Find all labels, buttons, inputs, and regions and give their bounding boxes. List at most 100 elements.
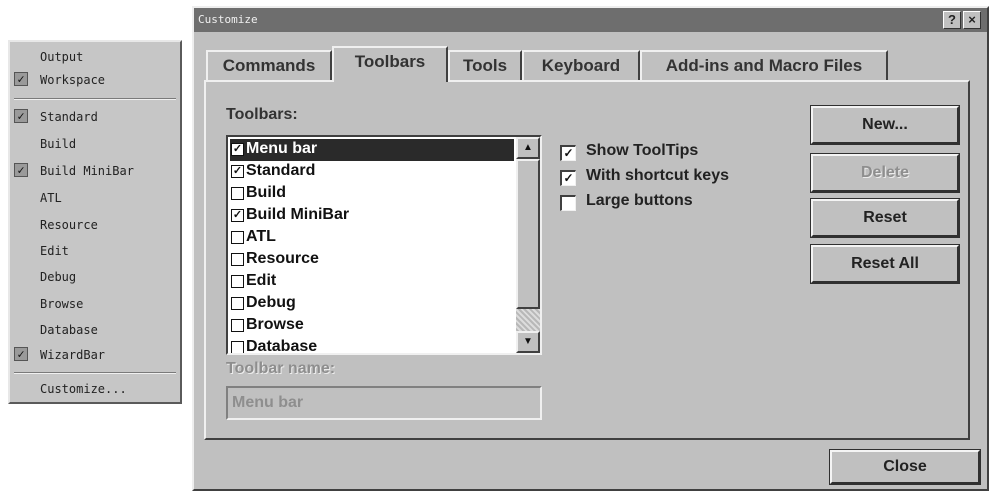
menu-item-workspace[interactable]: ✓ Workspace [10,69,180,91]
checkbox-icon[interactable] [231,275,244,288]
reset-button[interactable]: Reset [810,198,960,238]
checkbox-icon[interactable]: ✓ [231,165,244,178]
list-item-database[interactable]: Database [230,337,514,353]
checkbox-icon[interactable] [231,319,244,332]
menu-item-label: Debug [40,270,77,284]
tab-label: Tools [462,56,508,75]
list-item-build-minibar[interactable]: ✓ Build MiniBar [230,205,514,227]
menu-item-output[interactable]: Output [10,46,180,68]
list-item-label: Build [246,184,286,201]
tab-label: Keyboard [541,56,621,75]
menu-item-debug[interactable]: Debug [10,266,180,288]
menu-item-label: Standard [40,110,98,124]
checkbox-icon[interactable]: ✓ [231,209,244,222]
menu-item-atl[interactable]: ATL [10,187,180,209]
toolbars-tab-panel: Toolbars: ✓ Menu bar ✓ Standard Build ✓ … [204,80,970,440]
list-item-atl[interactable]: ATL [230,227,514,249]
large-buttons-checkbox[interactable] [560,195,576,211]
list-item-label: Debug [246,294,296,311]
list-item-edit[interactable]: Edit [230,271,514,293]
list-item-label: Standard [246,162,316,179]
menu-item-label: Build [40,137,77,151]
menu-item-label: Database [40,323,98,337]
list-item-label: Resource [246,250,319,267]
show-tooltips-checkbox[interactable]: ✓ [560,145,576,161]
close-button[interactable]: Close [829,449,981,485]
checkbox-icon[interactable] [231,253,244,266]
menu-item-label: Build MiniBar [40,164,134,178]
menu-item-label: Resource [40,218,98,232]
tab-label: Add-ins and Macro Files [665,56,863,75]
check-icon: ✓ [14,109,28,123]
large-buttons-label: Large buttons [586,192,693,209]
list-item-label: Edit [246,272,277,289]
title-bar[interactable]: Customize ? × [194,8,987,32]
list-item-browse[interactable]: Browse [230,315,514,337]
menu-item-standard[interactable]: ✓ Standard [10,106,180,128]
menu-separator [14,372,176,374]
scroll-down-button[interactable]: ▼ [516,331,540,353]
customize-dialog: Customize ? × Commands Toolbars Tools Ke… [192,6,989,491]
menu-item-label: ATL [40,191,62,205]
list-item-menu-bar[interactable]: ✓ Menu bar [230,139,514,161]
close-icon: × [968,12,976,27]
menu-item-label: Workspace [40,73,106,87]
checkbox-icon[interactable]: ✓ [231,143,244,156]
vertical-scrollbar[interactable]: ▲ ▼ [516,137,540,353]
menu-item-wizardbar[interactable]: ✓ WizardBar [10,344,180,366]
toolbar-listbox[interactable]: ✓ Menu bar ✓ Standard Build ✓ Build Mini… [226,135,542,355]
tab-label: Toolbars [354,52,426,71]
reset-all-button[interactable]: Reset All [810,244,960,284]
list-item-label: Browse [246,316,304,333]
tab-label: Commands [222,56,316,75]
menu-item-build[interactable]: Build [10,133,180,155]
menu-item-label: Edit [40,244,69,258]
menu-item-label: Output [40,50,84,64]
menu-item-customize[interactable]: Customize... [10,378,180,400]
dialog-title: Customize [198,13,258,26]
menu-item-label: WizardBar [40,348,106,362]
scroll-thumb[interactable] [516,159,540,309]
toolbar-name-label: Toolbar name: [226,360,336,377]
menu-item-resource[interactable]: Resource [10,214,180,236]
menu-item-label: Browse [40,297,84,311]
list-item-label: ATL [246,228,276,245]
menu-item-edit[interactable]: Edit [10,240,180,262]
checkbox-icon[interactable] [231,231,244,244]
tab-keyboard[interactable]: Keyboard [522,50,640,80]
check-icon: ✓ [14,347,28,361]
list-item-label: Menu bar [246,140,318,157]
tab-tools[interactable]: Tools [448,50,522,80]
scroll-up-button[interactable]: ▲ [516,137,540,159]
list-item-label: Build MiniBar [246,206,350,223]
list-item-debug[interactable]: Debug [230,293,514,315]
new-button[interactable]: New... [810,105,960,145]
menu-item-build-minibar[interactable]: ✓ Build MiniBar [10,160,180,182]
delete-button[interactable]: Delete [810,153,960,193]
checkbox-icon[interactable] [231,297,244,310]
menu-item-label: Customize... [40,382,127,396]
arrow-up-icon: ▲ [523,142,533,153]
toolbar-name-field[interactable]: Menu bar [226,386,542,420]
help-icon: ? [948,12,956,27]
checkbox-icon[interactable] [231,341,244,353]
tab-addins-macro-files[interactable]: Add-ins and Macro Files [640,50,888,80]
checkbox-icon[interactable] [231,187,244,200]
title-close-button[interactable]: × [963,11,981,29]
tab-toolbars[interactable]: Toolbars [332,46,448,82]
arrow-down-icon: ▼ [523,336,533,347]
menu-item-database[interactable]: Database [10,319,180,341]
toolbars-context-menu: Output ✓ Workspace ✓ Standard Build ✓ Bu… [8,40,182,404]
list-item-resource[interactable]: Resource [230,249,514,271]
menu-item-browse[interactable]: Browse [10,293,180,315]
toolbars-label: Toolbars: [226,106,298,123]
menu-separator [14,98,176,100]
shortcut-keys-label: With shortcut keys [586,167,729,184]
list-item-standard[interactable]: ✓ Standard [230,161,514,183]
tab-commands[interactable]: Commands [206,50,332,80]
list-item-build[interactable]: Build [230,183,514,205]
check-icon: ✓ [14,72,28,86]
help-button[interactable]: ? [943,11,961,29]
shortcut-keys-checkbox[interactable]: ✓ [560,170,576,186]
show-tooltips-label: Show ToolTips [586,142,699,159]
